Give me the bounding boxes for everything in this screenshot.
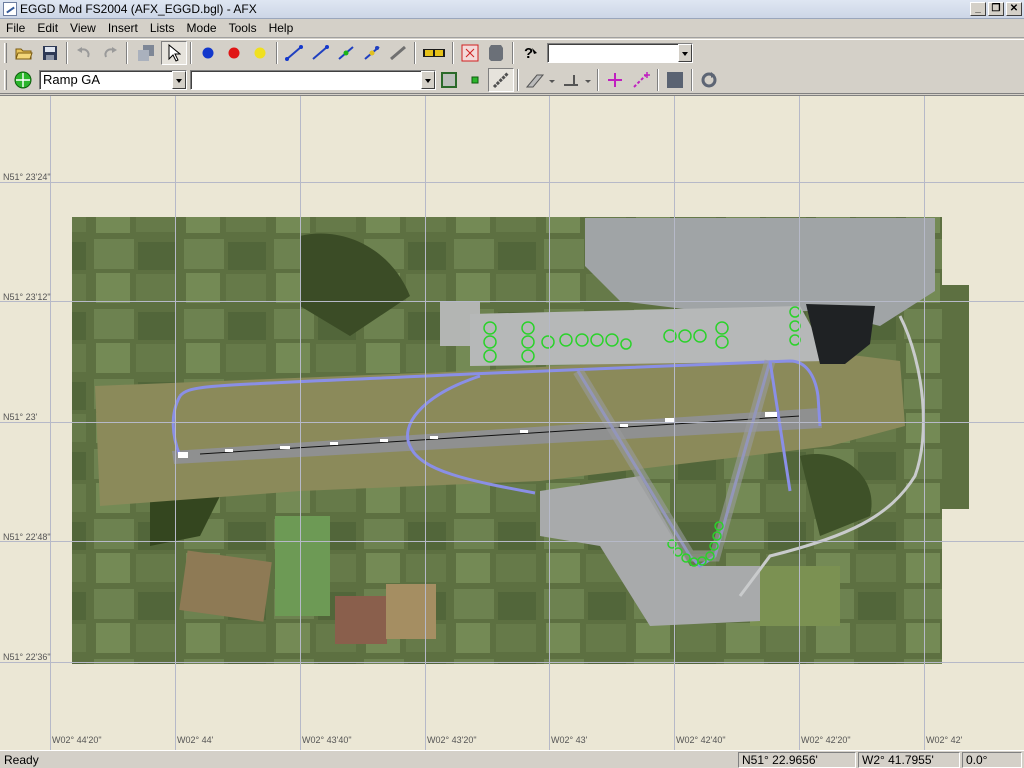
grid-line bbox=[425, 96, 426, 750]
toolbar-grip-2[interactable] bbox=[4, 70, 7, 90]
menu-tools[interactable]: Tools bbox=[223, 21, 263, 35]
hold-short-icon[interactable] bbox=[558, 68, 594, 92]
field bbox=[179, 550, 272, 622]
longitude-label: W02° 44'20" bbox=[52, 735, 102, 745]
grid-line bbox=[0, 662, 1024, 663]
object-name-combo[interactable] bbox=[190, 70, 436, 90]
longitude-label: W02° 42'40" bbox=[676, 735, 726, 745]
latitude-label: N51° 23'24" bbox=[3, 172, 51, 182]
map-view[interactable]: N51° 23'24" N51° 23'12" N51° 23' N51° 22… bbox=[0, 95, 1024, 750]
longitude-label: W02° 42'20" bbox=[801, 735, 851, 745]
grid-line bbox=[0, 541, 1024, 542]
latitude-label: N51° 23' bbox=[3, 412, 38, 422]
delete-box-icon[interactable] bbox=[457, 41, 483, 65]
main-toolbar: ? bbox=[0, 39, 1024, 66]
longitude-label: W02° 43'40" bbox=[302, 735, 352, 745]
grid-line bbox=[175, 96, 176, 750]
node-green-icon[interactable] bbox=[462, 68, 488, 92]
svg-text:?: ? bbox=[524, 45, 533, 62]
refresh-icon[interactable] bbox=[696, 68, 722, 92]
latitude-label: N51° 23'12" bbox=[3, 292, 51, 302]
app-icon bbox=[3, 2, 17, 16]
add-link-icon[interactable] bbox=[628, 68, 654, 92]
menu-insert[interactable]: Insert bbox=[102, 21, 144, 35]
longitude-label: W02° 43' bbox=[551, 735, 588, 745]
status-text: Ready bbox=[4, 753, 39, 767]
grid-line bbox=[924, 96, 925, 750]
open-icon[interactable] bbox=[11, 41, 37, 65]
title-bar: EGGD Mod FS2004 (AFX_EGGD.bgl) - AFX _ ❐… bbox=[0, 0, 1024, 19]
object-toolbar: Ramp GA bbox=[0, 67, 1024, 94]
aerial-map[interactable] bbox=[0, 96, 1024, 750]
redo-icon[interactable] bbox=[97, 41, 123, 65]
help-icon[interactable]: ? bbox=[517, 41, 543, 65]
link-green-icon[interactable] bbox=[333, 41, 359, 65]
apron-shape-icon[interactable] bbox=[436, 68, 462, 92]
grid-line bbox=[549, 96, 550, 750]
menu-bar: File Edit View Insert Lists Mode Tools H… bbox=[0, 19, 1024, 38]
edge-line-icon[interactable] bbox=[488, 68, 514, 92]
field bbox=[335, 596, 387, 644]
toolbar-grip[interactable] bbox=[4, 43, 7, 63]
longitude-label: W02° 43'20" bbox=[427, 735, 477, 745]
chevron-down-icon[interactable] bbox=[172, 71, 186, 89]
add-point-icon[interactable] bbox=[602, 68, 628, 92]
close-button[interactable]: ✕ bbox=[1006, 2, 1022, 16]
object-type-combo[interactable]: Ramp GA bbox=[39, 70, 187, 90]
latitude-readout: N51° 22.9656' bbox=[738, 752, 856, 768]
grid-line bbox=[0, 422, 1024, 423]
link-blue2-icon[interactable] bbox=[307, 41, 333, 65]
menu-view[interactable]: View bbox=[64, 21, 102, 35]
imagery-tile bbox=[940, 285, 969, 509]
grid-line bbox=[674, 96, 675, 750]
grid-line bbox=[0, 182, 1024, 183]
grid-line bbox=[0, 301, 1024, 302]
heading-readout: 0.0° bbox=[962, 752, 1022, 768]
menu-help[interactable]: Help bbox=[263, 21, 300, 35]
grid-line bbox=[300, 96, 301, 750]
longitude-label: W02° 44' bbox=[177, 735, 214, 745]
menu-file[interactable]: File bbox=[0, 21, 31, 35]
undo-icon[interactable] bbox=[71, 41, 97, 65]
object-type-value: Ramp GA bbox=[43, 72, 101, 87]
latitude-label: N51° 22'48" bbox=[3, 532, 51, 542]
field bbox=[386, 584, 436, 639]
fill-gray-icon[interactable] bbox=[662, 68, 688, 92]
save-icon[interactable] bbox=[37, 41, 63, 65]
menu-lists[interactable]: Lists bbox=[144, 21, 181, 35]
status-bar: Ready N51° 22.9656' W2° 41.7955' 0.0° bbox=[0, 750, 1024, 768]
link-node-icon[interactable] bbox=[359, 41, 385, 65]
chevron-down-icon[interactable] bbox=[678, 44, 692, 62]
link-blue-icon[interactable] bbox=[281, 41, 307, 65]
select-arrow-icon[interactable] bbox=[161, 41, 187, 65]
taxi-path-icon[interactable] bbox=[522, 68, 558, 92]
apron-icon[interactable] bbox=[483, 41, 509, 65]
longitude-readout: W2° 41.7955' bbox=[858, 752, 960, 768]
radar-icon[interactable] bbox=[11, 68, 35, 92]
toolbar-dropdown[interactable] bbox=[547, 43, 693, 63]
latitude-label: N51° 22'36" bbox=[3, 652, 51, 662]
field bbox=[275, 516, 330, 616]
layer-icon[interactable] bbox=[131, 41, 161, 65]
field bbox=[750, 566, 840, 626]
yellow-dot-icon[interactable] bbox=[247, 41, 273, 65]
red-dot-icon[interactable] bbox=[221, 41, 247, 65]
longitude-label: W02° 42' bbox=[926, 735, 963, 745]
window-title: EGGD Mod FS2004 (AFX_EGGD.bgl) - AFX bbox=[20, 2, 257, 16]
menu-mode[interactable]: Mode bbox=[181, 21, 223, 35]
restore-button[interactable]: ❐ bbox=[988, 2, 1004, 16]
apron bbox=[470, 306, 830, 366]
link-gray-icon[interactable] bbox=[385, 41, 411, 65]
blue-dot-icon[interactable] bbox=[195, 41, 221, 65]
minimize-button[interactable]: _ bbox=[970, 2, 986, 16]
taxi-sign-icon[interactable] bbox=[419, 41, 449, 65]
chevron-down-icon[interactable] bbox=[421, 71, 435, 89]
grid-line bbox=[799, 96, 800, 750]
menu-edit[interactable]: Edit bbox=[31, 21, 64, 35]
